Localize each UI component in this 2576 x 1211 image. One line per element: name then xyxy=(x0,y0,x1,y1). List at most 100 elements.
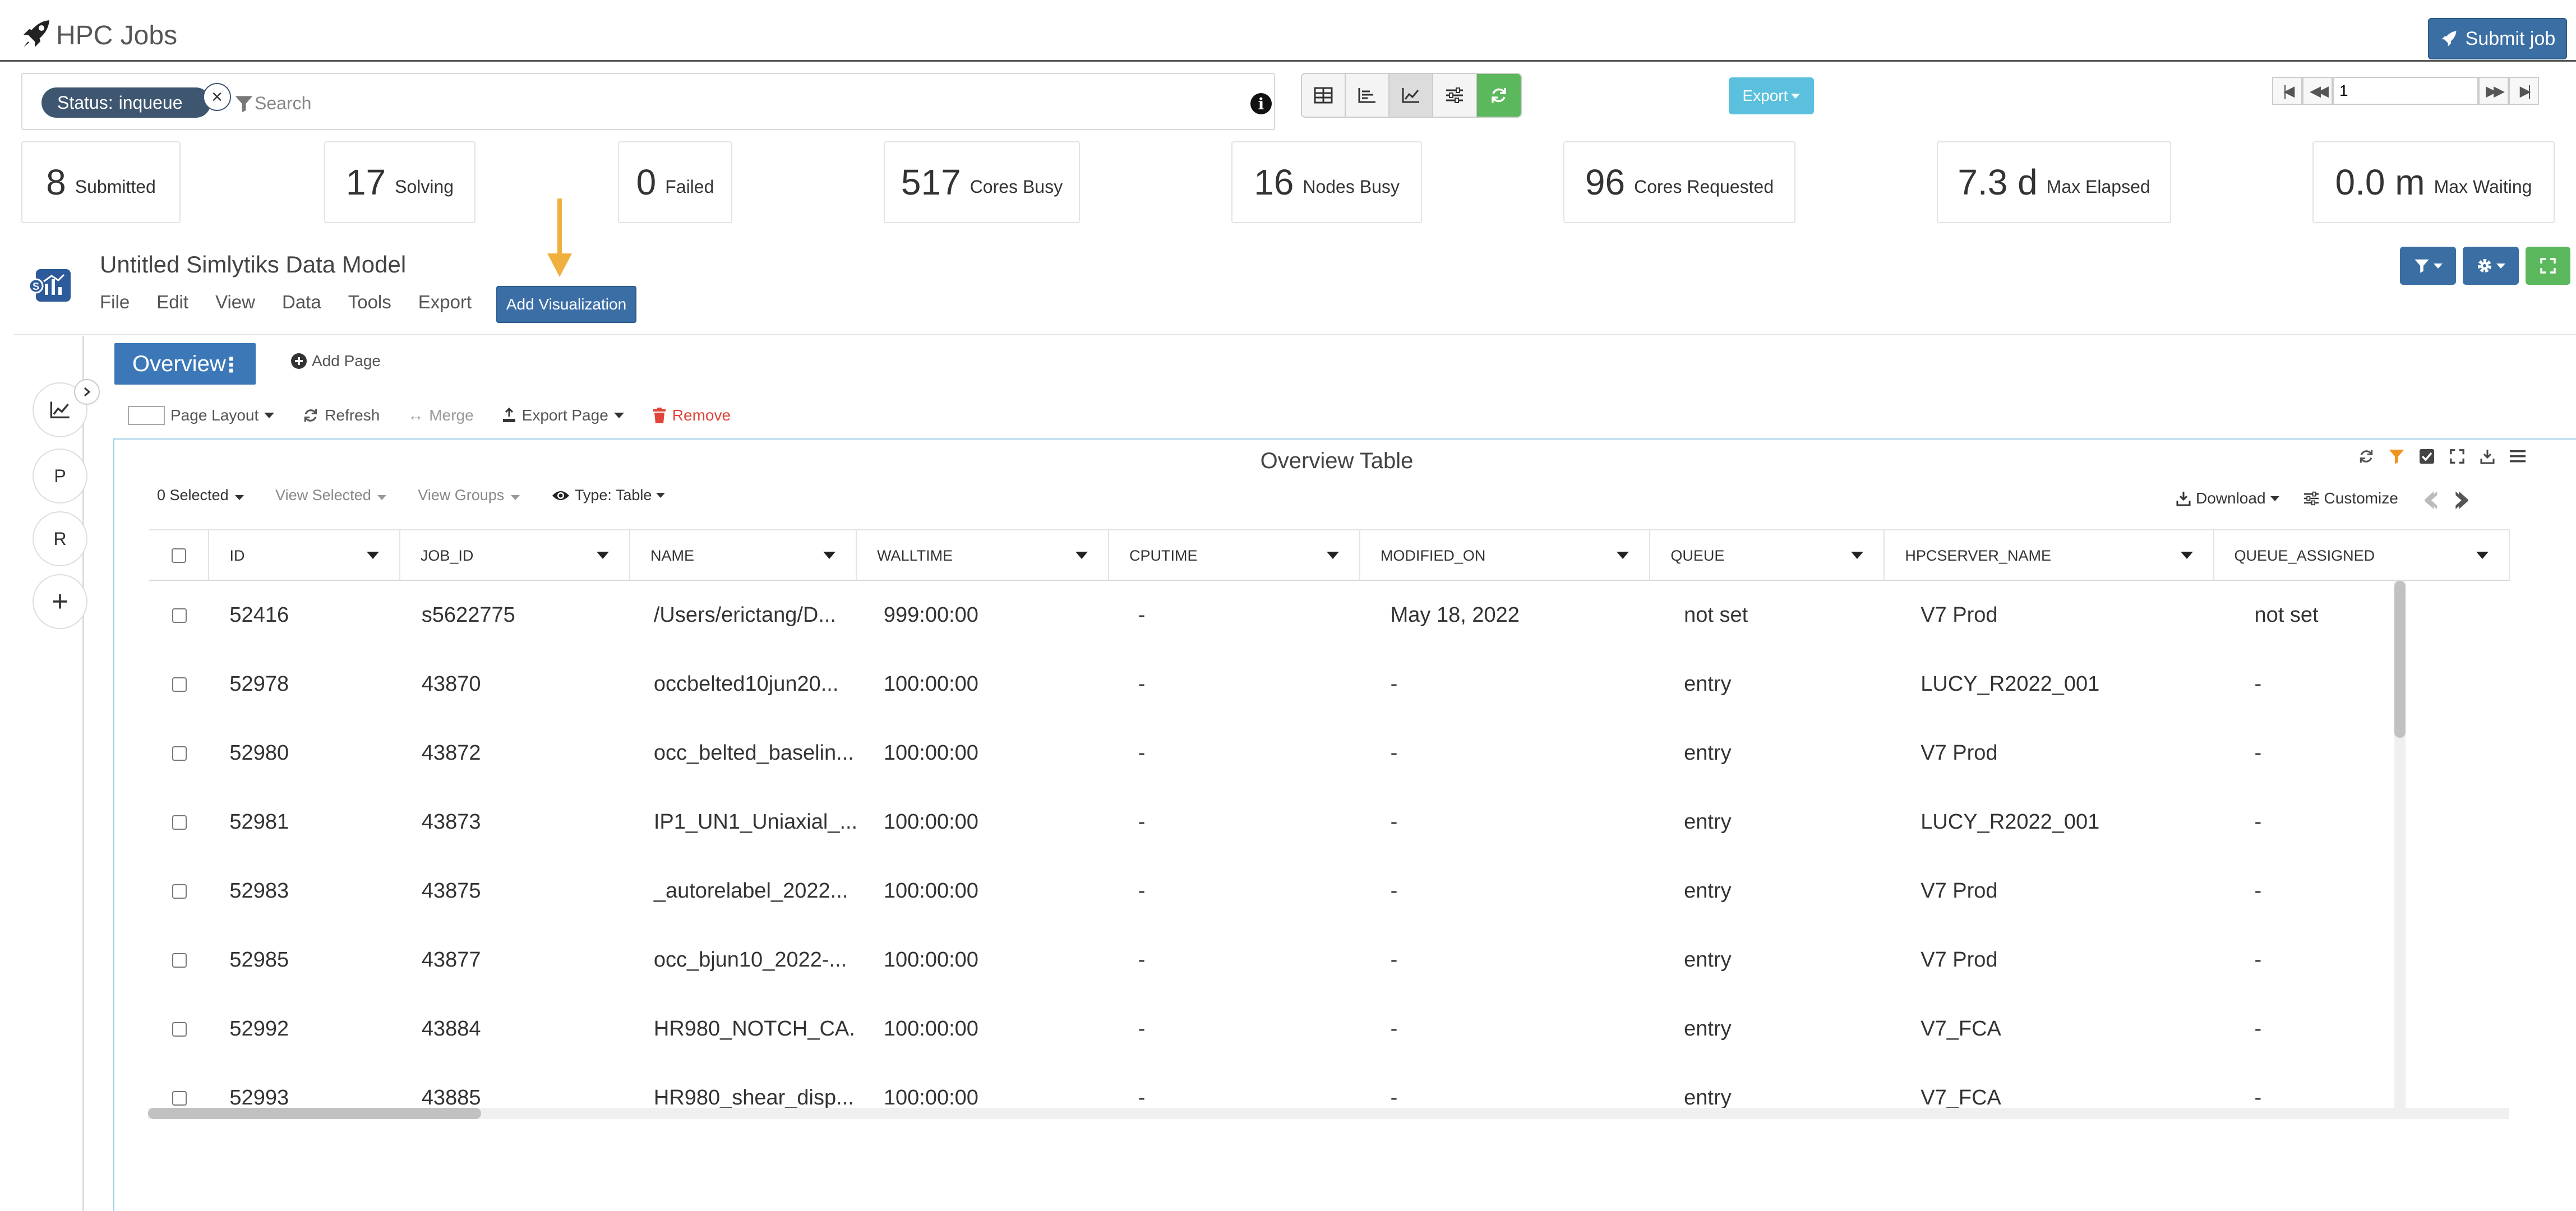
table-cell-id: 52983 xyxy=(229,879,289,903)
caret-down-icon[interactable] xyxy=(596,552,609,559)
table-row[interactable]: 52985 43877 occ_bjun10_2022-... 100:00:00 - -… xyxy=(149,926,2510,995)
scroll-left-icon[interactable]: ‹‹ xyxy=(2422,479,2441,518)
column-header-queue-assigned[interactable]: QUEUE_ASSIGNED xyxy=(2214,530,2510,581)
view-groups-dropdown[interactable]: View Groups xyxy=(418,487,520,504)
column-header-queue[interactable]: QUEUE xyxy=(1650,530,1885,581)
caret-down-icon[interactable] xyxy=(1075,552,1088,559)
search-input[interactable] xyxy=(255,87,1208,119)
column-header-hpcserver-name[interactable]: HPCSERVER_NAME xyxy=(1885,530,2214,581)
expand-icon[interactable] xyxy=(2448,447,2466,465)
filter-dropdown-button[interactable] xyxy=(2400,247,2456,285)
menu-export[interactable]: Export xyxy=(418,292,472,313)
row-checkbox[interactable] xyxy=(172,953,187,968)
stat-label: Cores Busy xyxy=(970,176,1063,197)
last-page-icon[interactable]: ▶| xyxy=(2509,77,2539,105)
hamburger-menu-icon[interactable] xyxy=(2509,447,2527,465)
table-view-button[interactable] xyxy=(1302,74,1346,117)
info-icon[interactable]: i xyxy=(1250,93,1272,114)
scroll-right-icon[interactable]: ›› xyxy=(2452,479,2471,518)
caret-down-icon[interactable] xyxy=(366,552,379,559)
scrollbar-thumb[interactable] xyxy=(148,1108,481,1119)
download-icon[interactable] xyxy=(2478,447,2496,465)
first-page-icon[interactable]: |◀ xyxy=(2272,77,2302,105)
export-button[interactable]: Export xyxy=(1729,77,1814,114)
rail-p-button[interactable]: P xyxy=(33,449,87,503)
customize-button[interactable]: Customize xyxy=(2303,489,2398,507)
line-chart-view-button[interactable] xyxy=(1389,74,1433,117)
menu-file[interactable]: File xyxy=(100,292,130,313)
select-all-checkbox-cell xyxy=(149,530,210,581)
row-checkbox[interactable] xyxy=(172,884,187,899)
download-dropdown[interactable]: Download xyxy=(2176,489,2279,507)
horizontal-scrollbar[interactable] xyxy=(148,1108,2509,1119)
type-dropdown[interactable]: Type: Table xyxy=(551,487,666,504)
table-cell-hpcserver-name: V7 Prod xyxy=(1921,879,1998,903)
caret-down-icon[interactable] xyxy=(2476,552,2489,559)
next-page-icon[interactable]: ▶▶ xyxy=(2478,77,2509,105)
tab-overview[interactable]: Overview ⋮ xyxy=(114,343,256,385)
page-layout-dropdown[interactable]: Page Layout xyxy=(128,406,275,425)
page-number-input[interactable] xyxy=(2333,77,2478,105)
search-box: Status: inqueue × i xyxy=(21,73,1275,130)
filter-icon[interactable] xyxy=(2388,447,2406,465)
settings-dropdown-button[interactable] xyxy=(2463,247,2519,285)
caret-down-icon[interactable] xyxy=(2180,552,2193,559)
caret-down-icon[interactable] xyxy=(823,552,836,559)
table-row[interactable]: 52978 43870 occbelted10jun20... 100:00:00 - -… xyxy=(149,650,2510,719)
submit-job-button[interactable]: Submit job xyxy=(2428,18,2567,59)
export-page-dropdown[interactable]: Export Page xyxy=(502,406,624,424)
selected-dropdown[interactable]: 0 Selected xyxy=(157,487,244,504)
column-header-name[interactable]: NAME xyxy=(630,530,857,581)
view-selected-dropdown[interactable]: View Selected xyxy=(275,487,387,504)
check-square-icon[interactable] xyxy=(2418,447,2436,465)
menu-view[interactable]: View xyxy=(215,292,255,313)
row-checkbox[interactable] xyxy=(172,677,187,692)
rail-add-button[interactable]: + xyxy=(33,574,87,629)
caret-down-icon[interactable] xyxy=(1851,552,1864,559)
tab-menu-icon[interactable]: ⋮ xyxy=(221,353,241,377)
fullscreen-button[interactable] xyxy=(2526,247,2570,285)
row-checkbox[interactable] xyxy=(172,815,187,830)
column-header-cputime[interactable]: CPUTIME xyxy=(1109,530,1360,581)
vertical-scrollbar[interactable] xyxy=(2394,581,2406,1108)
add-visualization-button[interactable]: Add Visualization xyxy=(496,286,636,323)
column-header-modified-on[interactable]: MODIFIED_ON xyxy=(1360,530,1651,581)
refresh-icon xyxy=(304,409,317,422)
table-row[interactable]: 52992 43884 HR980_NOTCH_CA... 100:00:00 - - en… xyxy=(149,995,2510,1064)
remove-page-button[interactable]: Remove xyxy=(652,406,731,424)
column-header-walltime[interactable]: WALLTIME xyxy=(857,530,1109,581)
column-header-id[interactable]: ID xyxy=(209,530,400,581)
bar-chart-view-button[interactable] xyxy=(1346,74,1389,117)
rail-r-button[interactable]: R xyxy=(33,511,87,566)
refresh-icon[interactable] xyxy=(2357,447,2375,465)
table-row[interactable]: 52416 s5622775/Users/erictang/D... 999:00:… xyxy=(149,581,2510,650)
page-refresh-button[interactable]: Refresh xyxy=(302,406,380,424)
select-all-checkbox[interactable] xyxy=(171,548,186,563)
row-checkbox[interactable] xyxy=(172,1022,187,1037)
prev-page-icon[interactable]: ◀◀ xyxy=(2302,77,2333,105)
svg-text:S: S xyxy=(33,281,39,292)
stat-submitted: 8 Submitted xyxy=(21,141,181,223)
chevron-right-icon[interactable] xyxy=(74,379,100,405)
row-checkbox[interactable] xyxy=(172,1090,187,1106)
row-checkbox[interactable] xyxy=(172,746,187,761)
add-page-button[interactable]: Add Page xyxy=(290,352,381,370)
caret-down-icon[interactable] xyxy=(1326,552,1339,559)
column-header-job-id[interactable]: JOB_ID xyxy=(400,530,630,581)
menu-tools[interactable]: Tools xyxy=(348,292,391,313)
row-checkbox[interactable] xyxy=(172,608,187,623)
table-row[interactable]: 52980 43872 occ_belted_baselin... 100:00:00… xyxy=(149,719,2510,788)
table-cell-queue: entry xyxy=(1684,879,1732,903)
menu-edit[interactable]: Edit xyxy=(156,292,188,313)
table-row[interactable]: 52983 43875 _autorelabel_2022... 100:00:00 -… xyxy=(149,857,2510,926)
menu-data[interactable]: Data xyxy=(282,292,321,313)
caret-down-icon[interactable] xyxy=(1617,552,1629,559)
chip-close-icon[interactable]: × xyxy=(203,83,231,111)
settings-sliders-button[interactable] xyxy=(1433,74,1477,117)
scrollbar-thumb[interactable] xyxy=(2394,581,2406,738)
table-row[interactable]: 52981 43873 IP1_UN1_Uniaxial_... 100:00:00 -… xyxy=(149,788,2510,857)
table-row[interactable]: 52993 43885 HR980_shear_disp... 100:00:00 - -… xyxy=(149,1064,2510,1112)
status-filter-chip[interactable]: Status: inqueue xyxy=(41,87,211,118)
merge-button[interactable]: ↔ Merge xyxy=(408,406,473,424)
refresh-button[interactable] xyxy=(1477,74,1521,117)
